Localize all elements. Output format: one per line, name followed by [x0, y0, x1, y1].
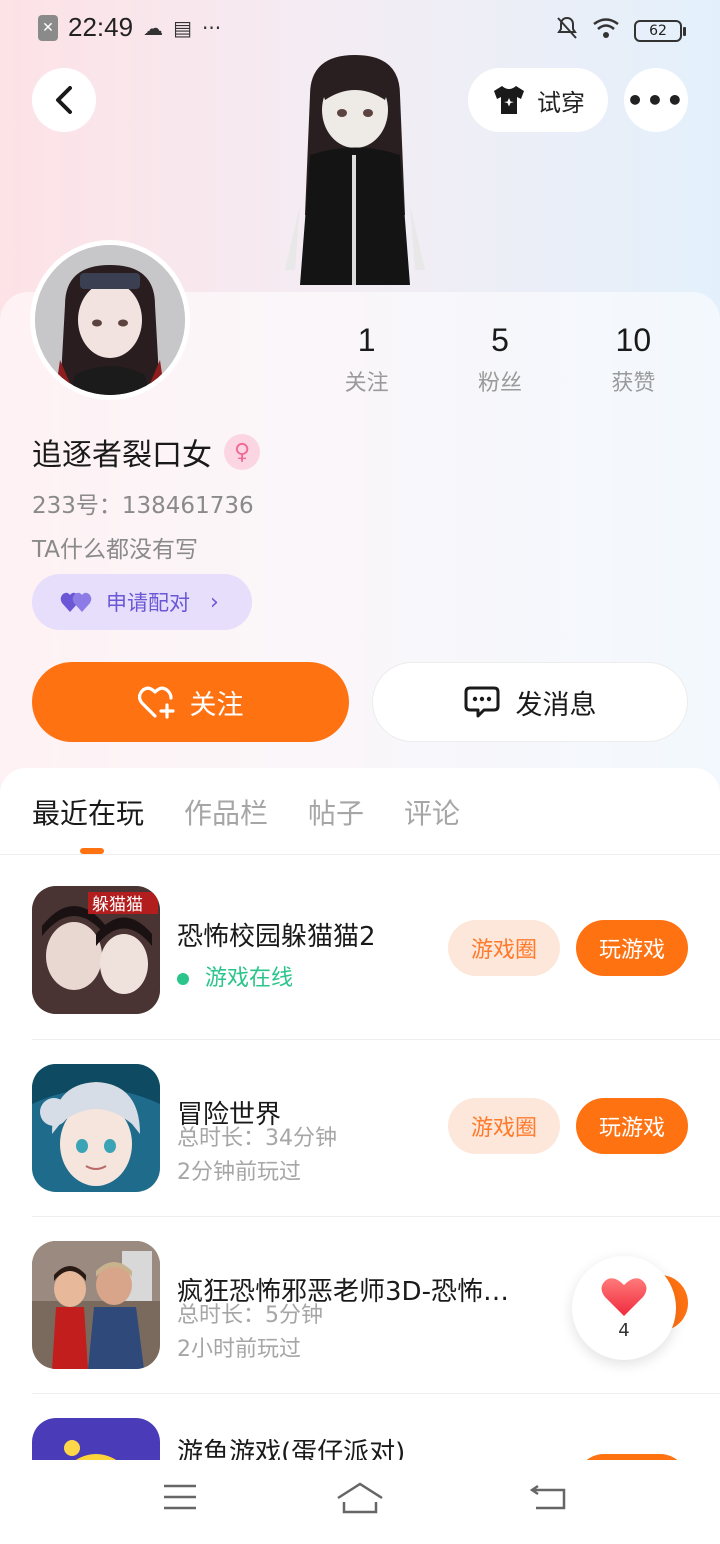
row-divider [32, 1393, 720, 1394]
game-icon-horror-school: 躲猫猫 [32, 886, 160, 1014]
game-row[interactable]: 游鱼游戏(蛋仔派对) [32, 1418, 688, 1460]
tab-posts[interactable]: 帖子 [308, 792, 364, 832]
send-message-label: 发消息 [515, 689, 597, 721]
mute-bell-icon [556, 16, 578, 45]
chat-bubble-icon [464, 686, 499, 718]
game-duration: 总时长：5分钟 [177, 1303, 323, 1328]
back-nav-icon[interactable] [530, 1482, 566, 1512]
game-row[interactable]: 冒险世界 总时长：34分钟 2分钟前玩过 游戏圈 玩游戏 [32, 1064, 688, 1196]
follow-button[interactable]: 关注 [32, 662, 349, 742]
stat-label: 获赞 [611, 371, 656, 396]
play-game-button[interactable]: 玩游戏 [576, 920, 688, 976]
tab-works[interactable]: 作品栏 [184, 792, 268, 832]
play-game-button[interactable]: 玩游戏 [576, 1098, 688, 1154]
stat-number: 1 [357, 322, 376, 358]
wifi-icon [592, 17, 620, 44]
more-options-button[interactable]: ••• [624, 68, 688, 132]
tabs-divider [0, 854, 720, 855]
stat-label: 粉丝 [477, 371, 522, 396]
row-divider [32, 1039, 720, 1040]
stat-number: 5 [491, 322, 509, 358]
game-duration: 总时长：34分钟 [177, 1126, 337, 1151]
svg-text:躲猫猫: 躲猫猫 [92, 895, 143, 915]
game-circle-button[interactable]: 游戏圈 [448, 1098, 560, 1154]
game-icon-eggy-party [32, 1418, 160, 1460]
try-on-label: 试穿 [537, 88, 585, 117]
stat-label: 关注 [344, 371, 389, 396]
female-gender-icon: ♀ [224, 434, 260, 470]
game-last-played: 2小时前玩过 [177, 1337, 301, 1362]
tab-comments[interactable]: 评论 [404, 792, 460, 832]
game-icon-adventure-world [32, 1064, 160, 1192]
follow-label: 关注 [189, 689, 244, 721]
home-icon[interactable] [336, 1482, 384, 1516]
notification-x-icon: ✕ [38, 14, 58, 41]
try-on-button[interactable]: 试穿 [468, 68, 608, 132]
tab-recently-played[interactable]: 最近在玩 [32, 792, 144, 832]
menu-icon[interactable] [162, 1482, 198, 1512]
stat-number: 10 [615, 322, 652, 358]
username-row: 追逐者裂口女 ♀ [32, 430, 260, 474]
heart-plus-icon [137, 686, 175, 719]
cloud-icon: ☁ [143, 15, 164, 40]
double-heart-icon [60, 592, 92, 612]
card-icon: ▤ [173, 15, 192, 40]
status-bar: ✕ 22:49 ☁ ▤ ··· 62 [0, 0, 720, 60]
send-message-button[interactable]: 发消息 [372, 662, 688, 742]
request-match-label: 申请配对 [106, 591, 190, 615]
like-count: 4 [618, 1319, 630, 1341]
chevron-right-icon: › [210, 589, 219, 615]
back-button[interactable] [32, 68, 96, 132]
more-dots-icon: ··· [201, 15, 222, 40]
battery-indicator: 62 [634, 19, 686, 42]
more-dots-icon: ••• [626, 83, 686, 117]
game-icon-evil-teacher [32, 1241, 160, 1369]
stat-fans[interactable]: 5 粉丝 [433, 322, 566, 397]
row-divider [32, 1216, 720, 1217]
game-online-text: 游戏在线 [205, 966, 294, 991]
profile-stats: 1 关注 5 粉丝 10 获赞 [300, 322, 700, 397]
user-id: 233号：138461736 [32, 493, 254, 519]
status-time: 22:49 [68, 12, 134, 42]
chevron-left-icon [56, 86, 72, 114]
game-title: 恐怖校园躲猫猫2 [177, 922, 376, 952]
tshirt-icon [494, 86, 524, 114]
username: 追逐者裂口女 [32, 438, 212, 473]
game-last-played: 2分钟前玩过 [177, 1160, 301, 1185]
heart-icon [601, 1277, 647, 1316]
game-online-status: 游戏在线 [177, 960, 293, 992]
profile-tabs: 最近在玩 作品栏 帖子 评论 [32, 792, 460, 832]
stat-likes[interactable]: 10 获赞 [567, 322, 700, 397]
like-floating-button[interactable]: 4 [572, 1256, 676, 1360]
system-nav-bar [0, 1460, 720, 1544]
stat-following[interactable]: 1 关注 [300, 322, 433, 397]
game-circle-button[interactable]: 游戏圈 [448, 920, 560, 976]
avatar[interactable] [30, 240, 190, 400]
game-title: 游鱼游戏(蛋仔派对) [177, 1438, 406, 1460]
online-dot-icon [177, 973, 189, 985]
user-bio: TA什么都没有写 [32, 537, 198, 563]
game-row[interactable]: 躲猫猫 恐怖校园躲猫猫2 游戏在线 游戏圈 玩游戏 [32, 886, 688, 1018]
character-figure-image [280, 55, 430, 295]
request-match-button[interactable]: 申请配对 › [32, 574, 252, 630]
